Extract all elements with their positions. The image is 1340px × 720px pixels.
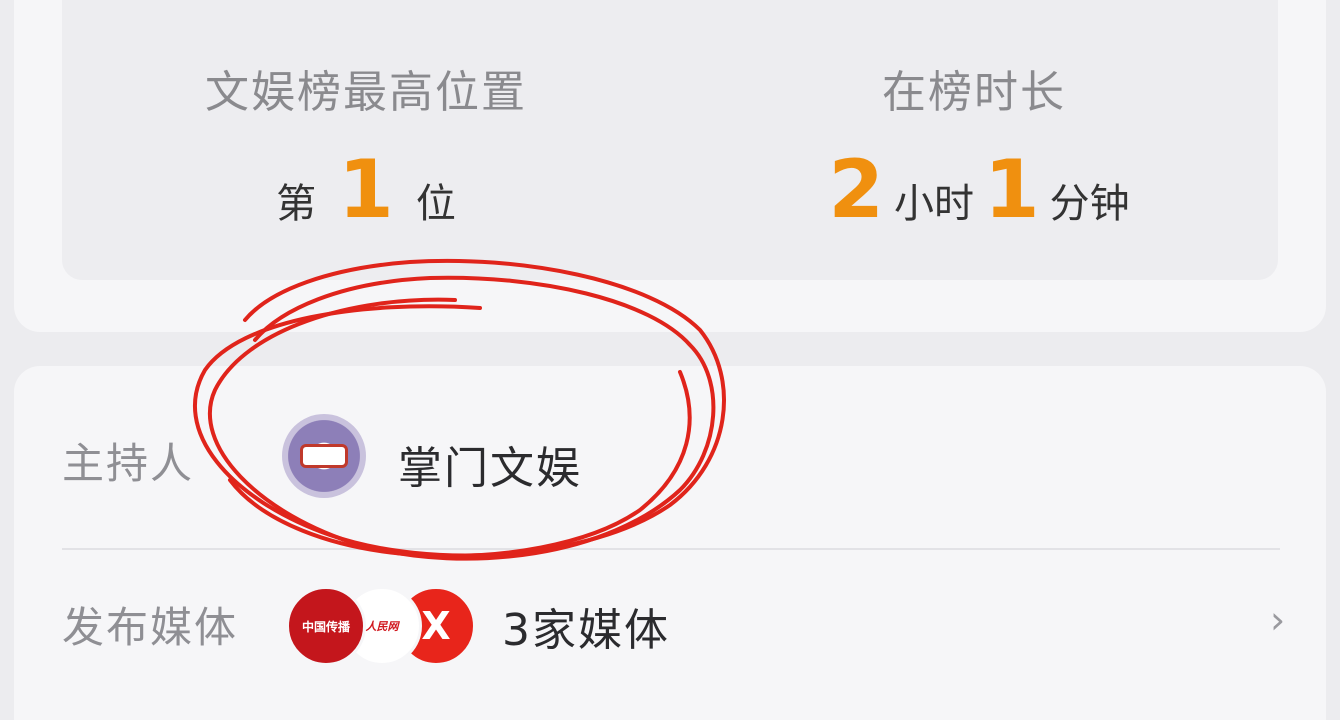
media-label: 发布媒体 [62, 603, 239, 652]
media-logo-1: 中国传播 [286, 586, 366, 666]
mouth-icon [300, 444, 348, 468]
duration-hours-unit: 小时 [894, 181, 974, 227]
rank-number: 1 [338, 143, 394, 236]
duration-hours: 2 [828, 143, 884, 236]
rank-prefix: 第 [276, 181, 317, 227]
media-logos: 中国传播 人民网 X [286, 586, 476, 666]
rank-stat: 文娱榜最高位置 第 1 位 [62, 0, 670, 280]
host-avatar[interactable] [282, 414, 366, 498]
duration-title: 在榜时长 [882, 67, 1066, 118]
rank-suffix: 位 [415, 181, 456, 227]
duration-minutes-unit: 分钟 [1049, 181, 1130, 227]
host-name[interactable]: 掌门文娱 [398, 432, 582, 496]
media-row[interactable]: 发布媒体 中国传播 人民网 X 3家媒体 › [14, 548, 1326, 718]
duration-minutes: 1 [984, 143, 1040, 236]
info-card: 主持人 掌门文娱 发布媒体 中国传播 人民网 X 3家媒体 › [14, 366, 1326, 720]
host-row[interactable]: 主持人 掌门文娱 [14, 366, 1326, 536]
host-label: 主持人 [62, 439, 195, 488]
duration-value: 2 小时 1 分钟 [670, 150, 1278, 230]
rank-value: 第 1 位 [62, 150, 670, 230]
duration-stat: 在榜时长 2 小时 1 分钟 [670, 0, 1278, 280]
chevron-right-icon[interactable]: › [1270, 598, 1285, 642]
page: 文娱榜最高位置 第 1 位 在榜时长 2 小时 1 分钟 主持人 掌门文娱 发布… [0, 0, 1340, 720]
rank-title: 文娱榜最高位置 [205, 67, 527, 118]
media-count[interactable]: 3家媒体 [502, 594, 670, 658]
